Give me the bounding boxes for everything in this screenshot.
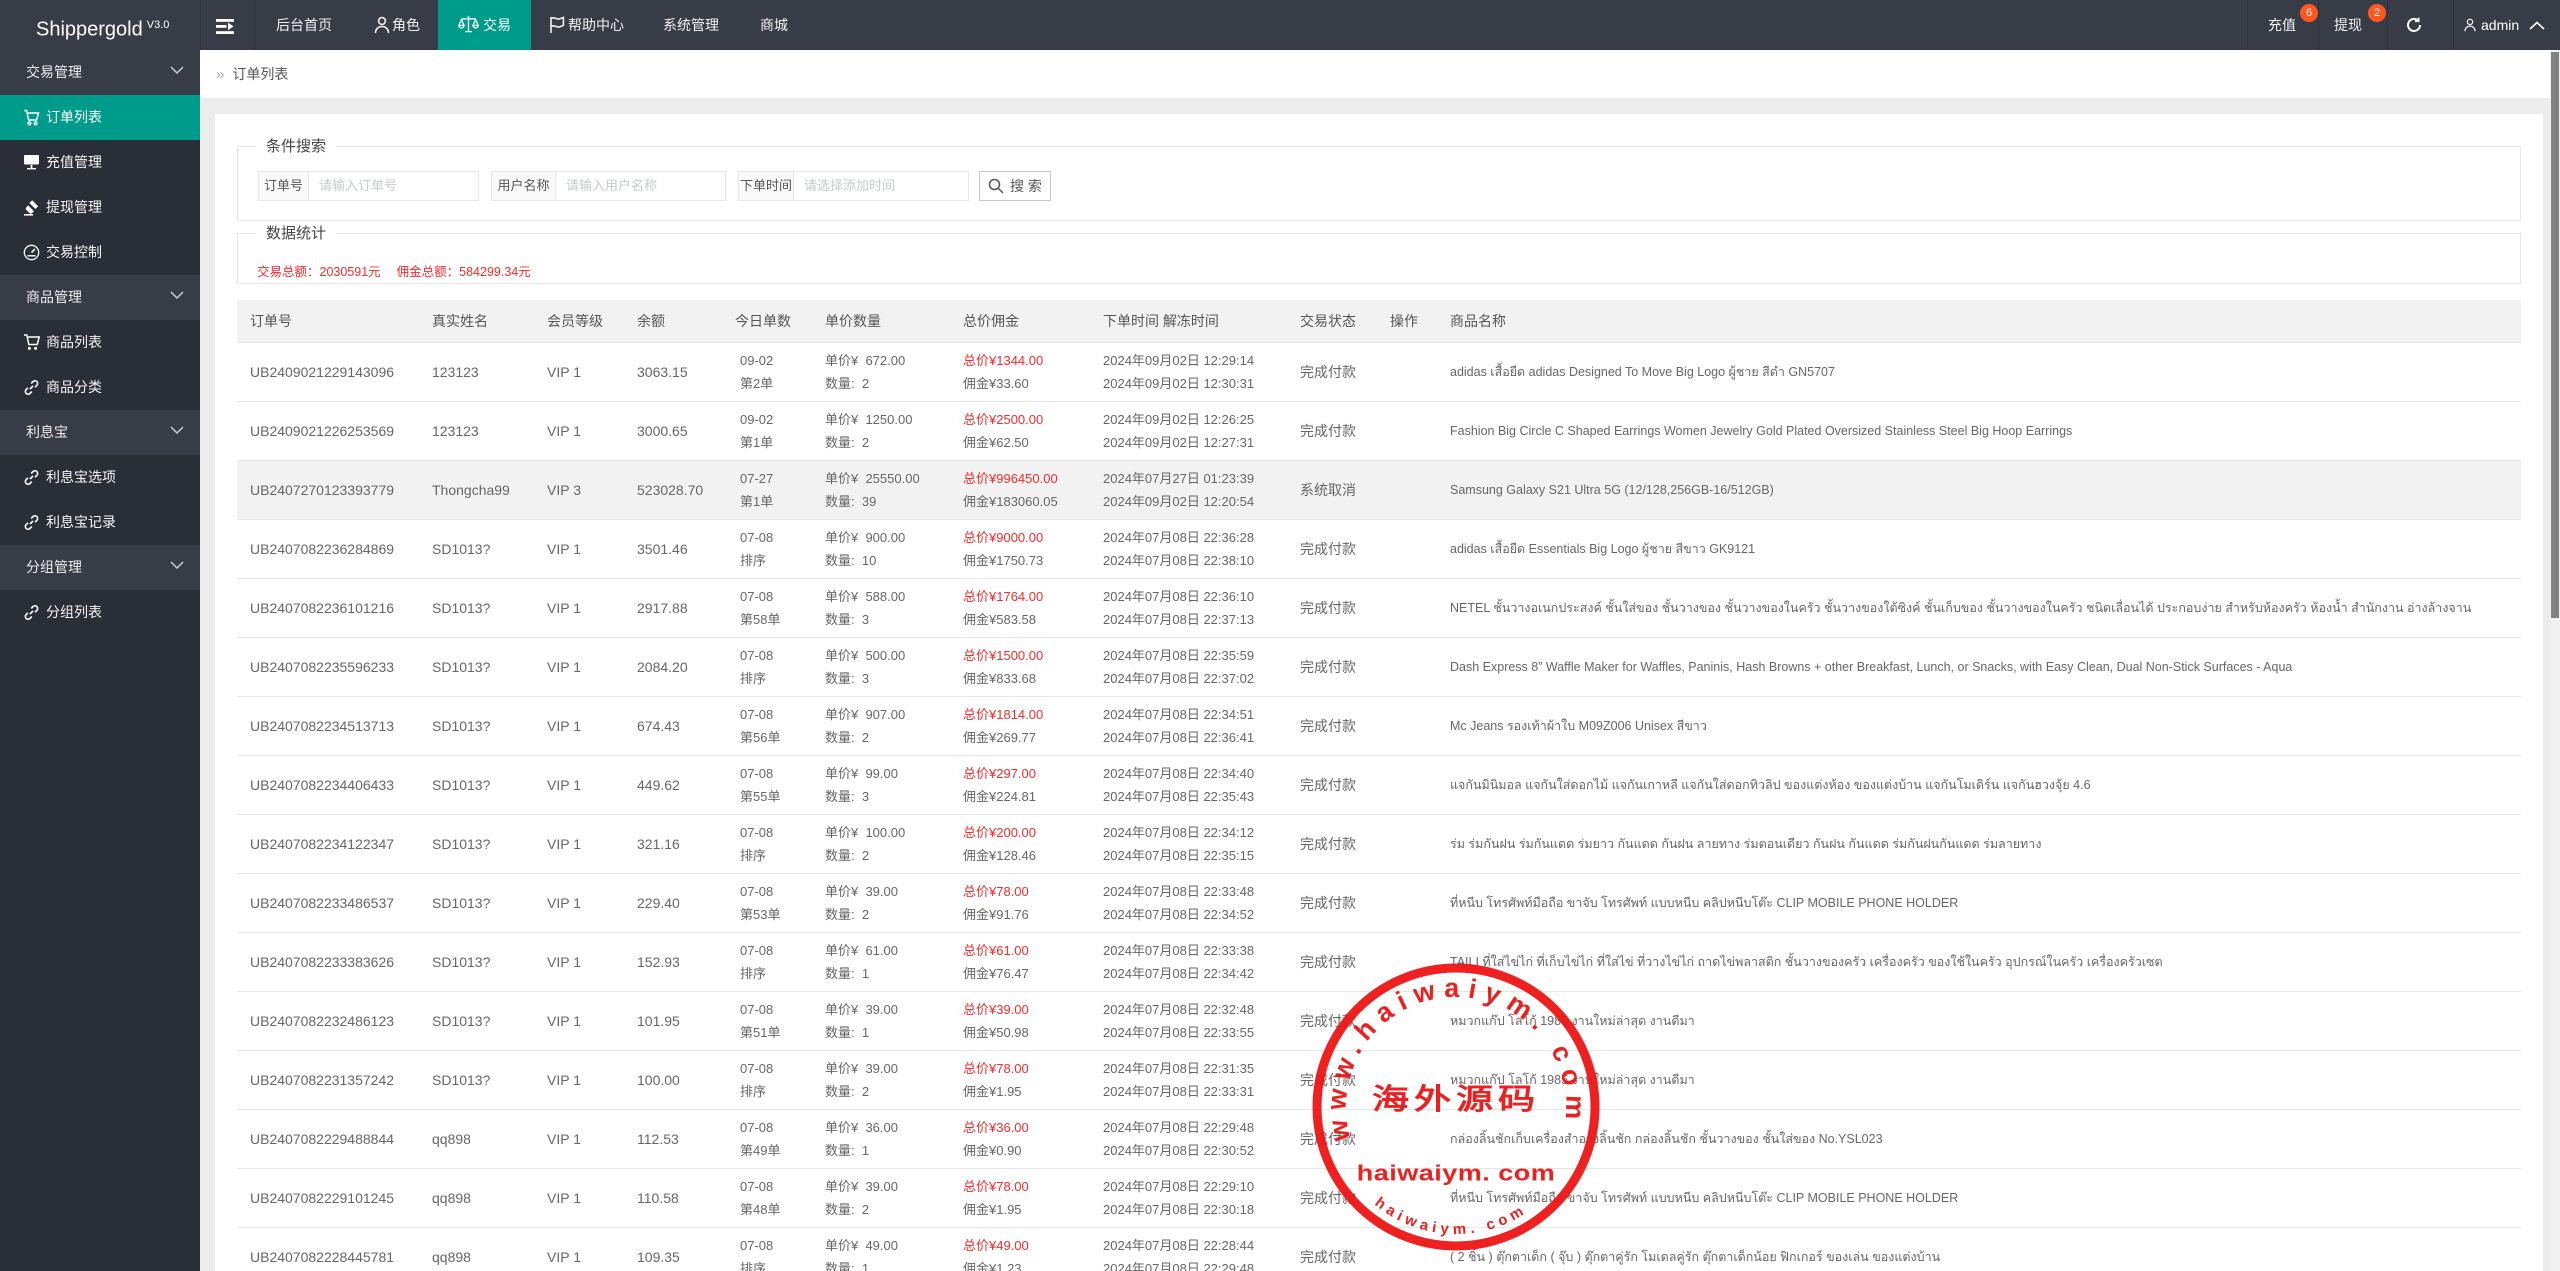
svg-text:haiwaiym. com: haiwaiym. com: [1357, 1162, 1555, 1186]
svg-text:海外源码: 海外源码: [1372, 1084, 1540, 1116]
